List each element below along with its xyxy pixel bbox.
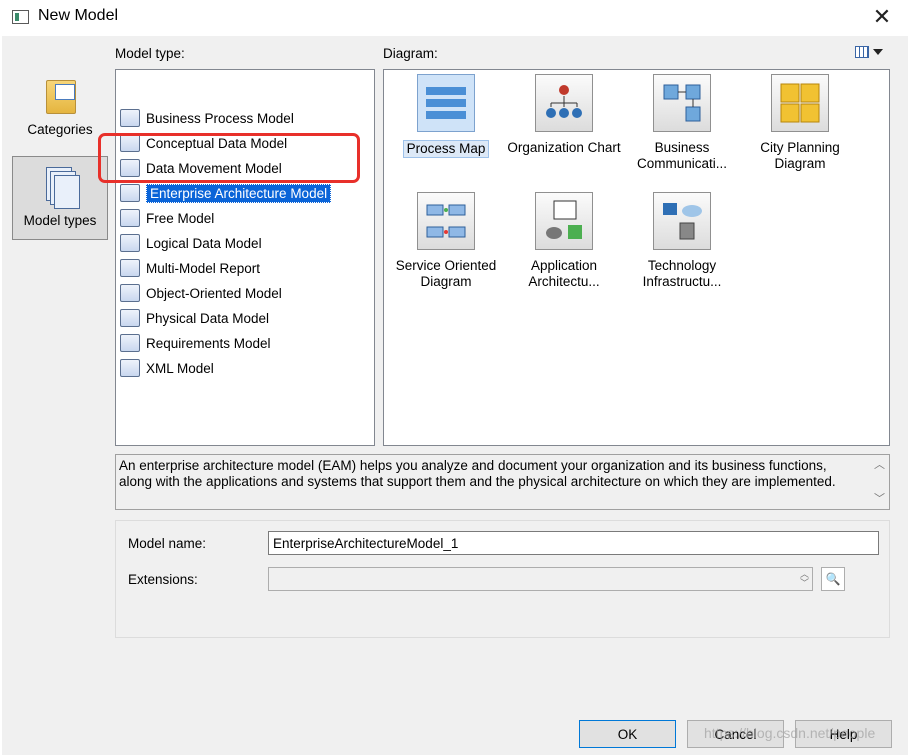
model-type-item[interactable]: Physical Data Model	[120, 307, 269, 329]
diagram-item[interactable]: Technology Infrastructu...	[623, 192, 741, 290]
report-icon	[120, 259, 140, 277]
diagram-item[interactable]: Business Communicati...	[623, 74, 741, 172]
requirements-icon	[120, 334, 140, 352]
diagram-item[interactable]: Application Architectu...	[505, 192, 623, 290]
categories-label: Categories	[27, 122, 93, 137]
model-types-button[interactable]: Model types	[12, 156, 108, 240]
diagram-item[interactable]: Service Oriented Diagram	[387, 192, 505, 290]
diagram-panel[interactable]: Process Map Organization Chart Business …	[383, 69, 890, 446]
model-name-input[interactable]	[268, 531, 879, 555]
app-icon	[12, 10, 29, 24]
model-types-icon	[40, 167, 80, 209]
extensions-field[interactable]: ︿ ﹀	[268, 567, 813, 591]
description-scrollbar[interactable]: ︿ ﹀	[871, 457, 887, 507]
browse-icon: 🔍	[825, 572, 841, 586]
annotation-highlight-box	[98, 133, 360, 183]
process-map-icon	[417, 74, 475, 132]
diagram-item[interactable]: Organization Chart	[505, 74, 623, 156]
model-type-heading: Model type:	[115, 46, 185, 61]
model-type-item[interactable]: Requirements Model	[120, 332, 271, 354]
oom-icon	[120, 284, 140, 302]
model-type-item[interactable]: Object-Oriented Model	[120, 282, 282, 304]
model-properties-form: Model name: Extensions: ︿﹀ 🔍	[115, 520, 890, 638]
spin-icon[interactable]: ︿ ﹀	[800, 570, 809, 588]
diagram-item[interactable]: City Planning Diagram	[741, 74, 859, 172]
folder-icon	[40, 76, 80, 118]
title-bar: New Model ✕	[0, 0, 911, 36]
model-name-label: Model name:	[128, 536, 207, 551]
eam-icon	[120, 184, 140, 202]
model-type-item[interactable]: XML Model	[120, 357, 214, 379]
ldm-icon	[120, 234, 140, 252]
pdm-icon	[120, 309, 140, 327]
model-type-item[interactable]: Free Model	[120, 207, 214, 229]
xml-icon	[120, 359, 140, 377]
service-oriented-icon	[417, 192, 475, 250]
chevron-up-icon: ︿	[874, 459, 885, 471]
view-mode-button[interactable]	[855, 44, 889, 60]
categories-button[interactable]: Categories	[12, 74, 108, 144]
bpm-icon	[120, 109, 140, 127]
model-description: An enterprise architecture model (EAM) h…	[115, 454, 890, 510]
free-model-icon	[120, 209, 140, 227]
business-communication-icon	[653, 74, 711, 132]
window-title: New Model	[38, 7, 119, 24]
dialog-body: Categories Model types Model type: Diagr…	[2, 36, 908, 755]
model-type-item[interactable]: Business Process Model	[120, 107, 294, 129]
close-button[interactable]: ✕	[862, 2, 902, 32]
model-type-item[interactable]: Multi-Model Report	[120, 257, 260, 279]
chevron-down-icon: ﹀	[874, 493, 885, 505]
org-chart-icon	[535, 74, 593, 132]
application-architecture-icon	[535, 192, 593, 250]
diagram-item-selected[interactable]: Process Map	[387, 74, 505, 158]
city-planning-icon	[771, 74, 829, 132]
chevron-down-icon	[873, 49, 883, 55]
model-type-item-selected[interactable]: Enterprise Architecture Model	[120, 182, 332, 204]
diagram-heading: Diagram:	[383, 46, 438, 61]
close-icon: ✕	[872, 4, 892, 29]
browse-extensions-button[interactable]: 🔍	[821, 567, 845, 591]
model-type-item[interactable]: Logical Data Model	[120, 232, 262, 254]
ok-button[interactable]: OK	[579, 720, 676, 748]
technology-infrastructure-icon	[653, 192, 711, 250]
watermark: https://blog.csdn.net/people	[704, 725, 876, 741]
model-types-label: Model types	[23, 213, 97, 228]
extensions-label: Extensions:	[128, 572, 198, 587]
model-type-list[interactable]: Business Process Model Conceptual Data M…	[115, 69, 375, 446]
list-view-icon	[855, 46, 869, 58]
